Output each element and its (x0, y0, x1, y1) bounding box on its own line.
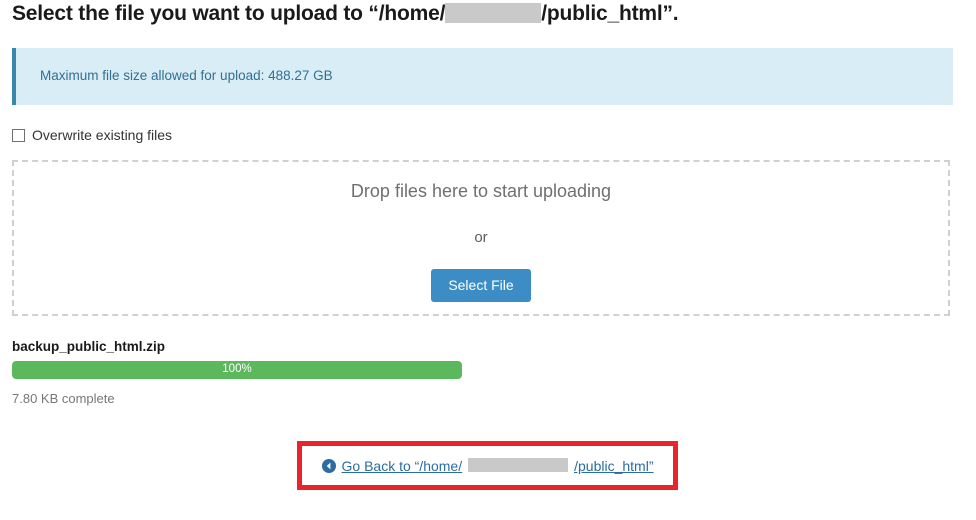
page-title-prefix: Select the file you want to upload to “/… (12, 2, 446, 25)
overwrite-label: Overwrite existing files (32, 127, 173, 143)
upload-progress-bar: 100% (12, 361, 462, 379)
page-title-suffix: /public_html”. (541, 2, 679, 25)
upload-progress-percent: 100% (222, 363, 252, 376)
overwrite-checkbox[interactable] (12, 128, 25, 142)
dropzone-headline: Drop files here to start uploading (350, 181, 612, 201)
uploaded-filename: backup_public_html.zip (12, 339, 166, 354)
upload-status-text: 7.80 KB complete (12, 391, 115, 406)
redacted-username-title (445, 3, 542, 24)
max-filesize-banner: Maximum file size allowed for upload: 48… (12, 48, 953, 105)
overwrite-existing-files-row[interactable]: Overwrite existing files (12, 127, 172, 143)
select-file-button[interactable]: Select File (431, 269, 531, 302)
file-dropzone[interactable]: Drop files here to start uploading or Se… (12, 160, 950, 316)
page-title: Select the file you want to upload to “/… (12, 2, 679, 26)
dropzone-or-label: or (474, 229, 488, 246)
max-filesize-message: Maximum file size allowed for upload: 48… (40, 68, 333, 83)
dropzone-content: Drop files here to start uploading or Se… (14, 182, 948, 302)
red-highlight-annotation (297, 441, 678, 490)
upload-progress-fill: 100% (12, 361, 462, 379)
